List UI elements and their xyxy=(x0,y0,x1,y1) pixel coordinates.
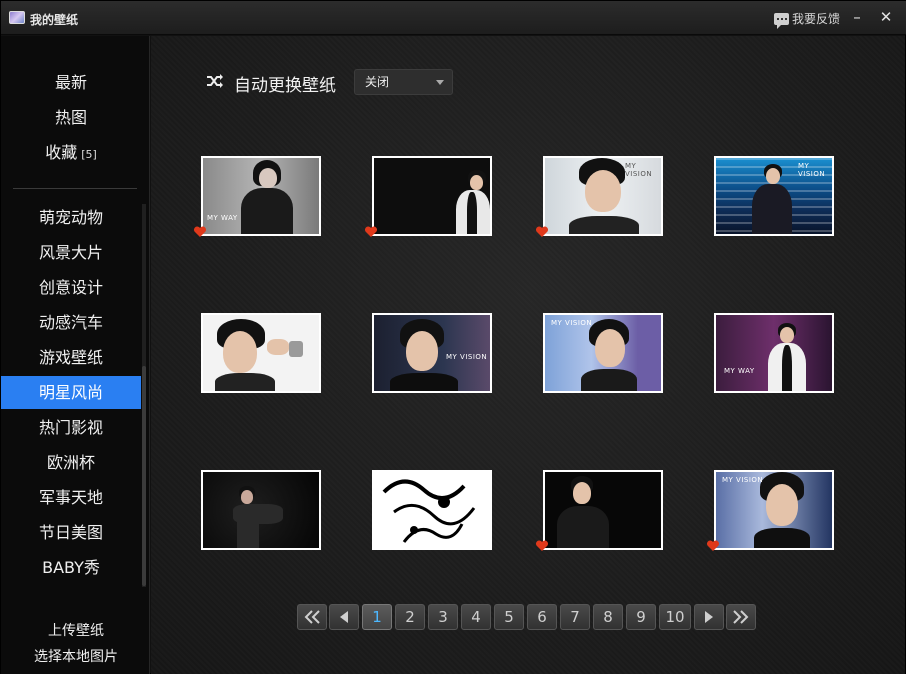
next-page-button[interactable] xyxy=(694,604,724,630)
sidebar-item-label: 热图 xyxy=(54,108,87,127)
page-5-button[interactable]: 5 xyxy=(494,604,524,630)
auto-change-value: 关闭 xyxy=(365,75,390,89)
heart-icon[interactable] xyxy=(535,540,549,552)
watermark-text: MY VISION xyxy=(625,162,653,178)
double-chevron-right-icon xyxy=(733,610,749,624)
watermark-text: MY VISION xyxy=(722,476,764,484)
wallpaper-gallery: 自动更换壁纸 关闭 MY WAY MY VISION MY VISION MY … xyxy=(151,36,905,674)
favorites-count-badge: [5] xyxy=(81,148,97,161)
sidebar-item-label: 明星风尚 xyxy=(38,383,103,402)
page-4-button[interactable]: 4 xyxy=(461,604,491,630)
sidebar-item-holidays[interactable]: 节日美图 xyxy=(1,516,141,549)
sidebar-item-label: 创意设计 xyxy=(38,278,103,297)
last-page-button[interactable] xyxy=(726,604,756,630)
auto-change-label: 自动更换壁纸 xyxy=(234,76,336,96)
wallpaper-thumbnail[interactable] xyxy=(372,470,492,550)
title-bar[interactable]: 我的壁纸 我要反馈 – ✕ xyxy=(1,1,906,35)
upload-wallpaper-link[interactable]: 上传壁纸 xyxy=(1,620,151,640)
shuffle-icon[interactable] xyxy=(206,73,224,89)
wallpaper-thumbnail[interactable]: MY VISION xyxy=(543,313,663,393)
minimize-button[interactable]: – xyxy=(847,7,867,27)
sidebar-item-label: 欧洲杯 xyxy=(46,453,95,472)
wallpaper-thumbnail[interactable] xyxy=(543,470,663,550)
triangle-right-icon xyxy=(705,611,713,623)
sidebar-item-favorites[interactable]: 收藏 [5] xyxy=(1,136,141,169)
sidebar-item-movies[interactable]: 热门影视 xyxy=(1,411,141,444)
app-logo-icon xyxy=(9,11,25,24)
double-chevron-left-icon xyxy=(304,610,320,624)
watermark-text: MY WAY xyxy=(724,367,755,375)
wallpaper-thumbnail[interactable]: MY WAY xyxy=(714,313,834,393)
sidebar-item-label: 军事天地 xyxy=(38,488,103,507)
wallpaper-window: 我的壁纸 我要反馈 – ✕ 最新 热图 收藏 [5] 萌宠动物 风景大片 创意设计… xyxy=(0,0,906,674)
sidebar-item-label: 热门影视 xyxy=(38,418,103,437)
watermark-text: MY VISION xyxy=(551,319,593,327)
sidebar-item-celebrities[interactable]: 明星风尚 xyxy=(1,376,141,409)
wallpaper-thumbnail[interactable]: MY VISION xyxy=(714,156,834,236)
sidebar-item-hot[interactable]: 热图 xyxy=(1,101,141,134)
prev-page-button[interactable] xyxy=(329,604,359,630)
feedback-button[interactable]: 我要反馈 xyxy=(774,10,841,29)
sidebar-item-games[interactable]: 游戏壁纸 xyxy=(1,341,141,374)
window-title: 我的壁纸 xyxy=(30,13,79,27)
sidebar-item-euro-cup[interactable]: 欧洲杯 xyxy=(1,446,141,479)
sidebar-item-cars[interactable]: 动感汽车 xyxy=(1,306,141,339)
page-7-button[interactable]: 7 xyxy=(560,604,590,630)
sidebar: 最新 热图 收藏 [5] 萌宠动物 风景大片 创意设计 动感汽车 游戏壁纸 明星风… xyxy=(1,36,150,674)
choose-local-image-link[interactable]: 选择本地图片 xyxy=(1,646,151,666)
sidebar-item-label: BABY秀 xyxy=(42,558,100,577)
sidebar-item-pets[interactable]: 萌宠动物 xyxy=(1,201,141,234)
heart-icon[interactable] xyxy=(364,226,378,238)
page-9-button[interactable]: 9 xyxy=(626,604,656,630)
sidebar-item-label: 游戏壁纸 xyxy=(38,348,103,367)
sidebar-item-latest[interactable]: 最新 xyxy=(1,66,141,99)
wallpaper-thumbnail[interactable]: MY VISION xyxy=(372,313,492,393)
wallpaper-thumbnail[interactable]: MY VISION xyxy=(543,156,663,236)
sidebar-item-label: 最新 xyxy=(54,73,87,92)
watermark-text: MY VISION xyxy=(446,353,488,361)
page-6-button[interactable]: 6 xyxy=(527,604,557,630)
triangle-left-icon xyxy=(340,611,348,623)
sidebar-item-military[interactable]: 军事天地 xyxy=(1,481,141,514)
wallpaper-thumbnail[interactable]: MY VISION xyxy=(714,470,834,550)
sidebar-item-baby[interactable]: BABY秀 xyxy=(1,551,141,584)
heart-icon[interactable] xyxy=(535,226,549,238)
sidebar-scrollbar-thumb[interactable] xyxy=(142,366,146,586)
page-8-button[interactable]: 8 xyxy=(593,604,623,630)
first-page-button[interactable] xyxy=(297,604,327,630)
sidebar-divider xyxy=(13,188,137,189)
watermark-text: MY WAY xyxy=(207,214,238,222)
sidebar-item-label: 风景大片 xyxy=(38,243,103,262)
sidebar-item-scenery[interactable]: 风景大片 xyxy=(1,236,141,269)
heart-icon[interactable] xyxy=(193,226,207,238)
close-button[interactable]: ✕ xyxy=(876,7,896,27)
auto-change-select[interactable]: 关闭 xyxy=(354,69,453,95)
feedback-label: 我要反馈 xyxy=(792,12,841,26)
sidebar-item-label: 动感汽车 xyxy=(38,313,103,332)
page-3-button[interactable]: 3 xyxy=(428,604,458,630)
sidebar-item-label: 萌宠动物 xyxy=(38,208,103,227)
page-1-button[interactable]: 1 xyxy=(362,604,392,630)
speech-bubble-icon xyxy=(774,12,789,29)
wallpaper-thumbnail[interactable]: MY WAY xyxy=(201,156,321,236)
caret-down-icon xyxy=(436,80,444,85)
sidebar-item-label: 收藏 xyxy=(45,143,78,162)
wallpaper-thumbnail[interactable] xyxy=(201,470,321,550)
wallpaper-thumbnail[interactable] xyxy=(372,156,492,236)
sidebar-item-creative[interactable]: 创意设计 xyxy=(1,271,141,304)
watermark-text: MY VISION xyxy=(798,162,826,178)
wallpaper-thumbnail[interactable] xyxy=(201,313,321,393)
sidebar-item-label: 节日美图 xyxy=(38,523,103,542)
heart-icon[interactable] xyxy=(706,540,720,552)
page-2-button[interactable]: 2 xyxy=(395,604,425,630)
page-10-button[interactable]: 10 xyxy=(659,604,691,630)
